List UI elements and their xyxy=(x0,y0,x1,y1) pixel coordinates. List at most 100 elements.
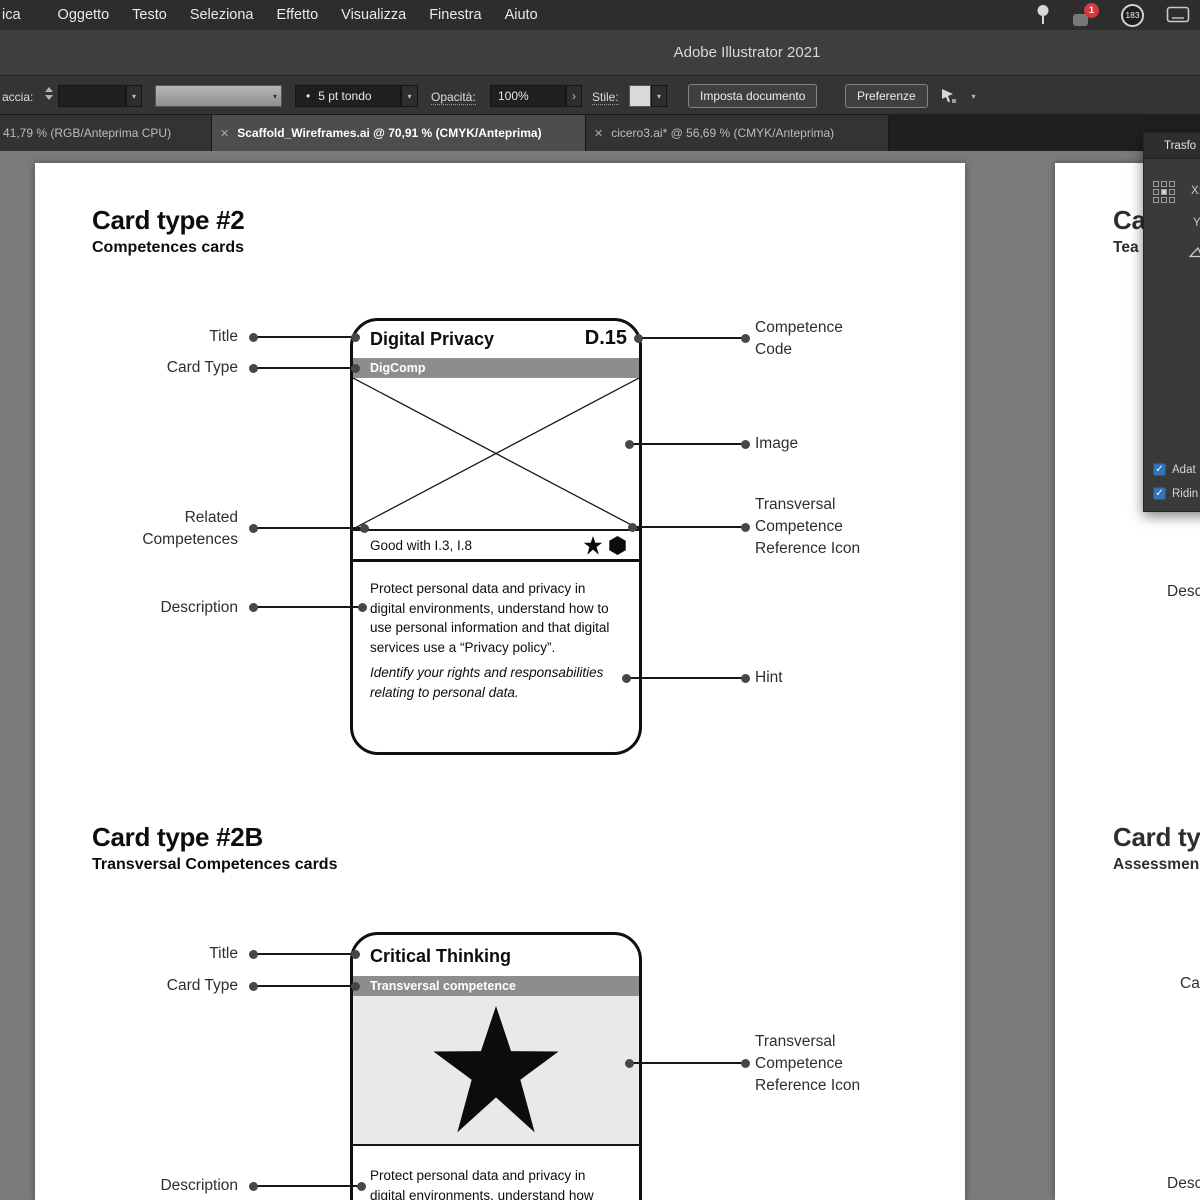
brush-definition-field[interactable]: • 5 pt tondo xyxy=(295,85,401,107)
notifications-icon[interactable]: 1 xyxy=(1073,3,1099,27)
brush-definition-dropdown[interactable]: ▾ xyxy=(401,85,418,107)
chevron-down-icon: ▾ xyxy=(656,91,661,101)
panel-title: Trasfo xyxy=(1164,140,1197,152)
canvas[interactable]: Card type #2 Competences cards Digital P… xyxy=(0,151,1200,1200)
callout-competence-code[interactable]: Competence Code xyxy=(755,317,843,361)
chevron-down-icon: ▾ xyxy=(971,91,976,101)
callout-card-type[interactable]: Card Type xyxy=(98,975,238,997)
checkbox-label: Ridin xyxy=(1172,487,1199,500)
stroke-weight-stepper[interactable] xyxy=(45,87,53,100)
document-setup-button[interactable]: Imposta documento xyxy=(688,84,818,108)
menu-item-effetto[interactable]: Effetto xyxy=(277,7,319,23)
artboard-wireframes[interactable]: Card type #2 Competences cards Digital P… xyxy=(35,163,965,1200)
brush-definition-value: 5 pt tondo xyxy=(318,89,372,103)
callout-title[interactable]: Title xyxy=(98,326,238,348)
callout-hint[interactable]: Hint xyxy=(755,667,783,689)
image-placeholder xyxy=(353,377,639,531)
opacity-label[interactable]: Opacità: xyxy=(431,90,476,105)
transversal-icon-area xyxy=(353,996,639,1146)
card-title: Critical Thinking xyxy=(370,946,512,966)
control-bar: accia: ▾ ▾ • 5 pt tondo ▾ Opacità: 100% … xyxy=(0,75,1200,115)
section-subheading[interactable]: Transversal Competences cards xyxy=(92,856,337,874)
card-description: Protect personal data and privacy in dig… xyxy=(370,581,610,655)
close-icon[interactable]: ✕ xyxy=(594,127,603,140)
menu-item-seleziona[interactable]: Seleziona xyxy=(190,7,254,23)
opacity-more-button[interactable]: › xyxy=(566,85,582,107)
section-heading-fragment[interactable]: Card ty xyxy=(1113,822,1200,853)
section-subheading[interactable]: Competences cards xyxy=(92,239,244,257)
document-tab-2-active[interactable]: ✕ Scaffold_Wireframes.ai @ 70,91 % (CMYK… xyxy=(212,115,586,151)
leader-line xyxy=(249,363,360,373)
tab-title: cicero3.ai* @ 56,69 % (CMYK/Anteprima) xyxy=(611,126,835,140)
callout-description[interactable]: Description xyxy=(98,1175,238,1197)
callout-image[interactable]: Image xyxy=(755,433,798,455)
select-similar-dropdown[interactable]: ▾ xyxy=(966,85,981,107)
card-hint: Identify your rights and responsabilitie… xyxy=(370,665,604,700)
menu-item-oggetto[interactable]: Oggetto xyxy=(58,7,110,23)
chevron-right-icon: › xyxy=(572,89,576,103)
menu-item-visualizza[interactable]: Visualizza xyxy=(341,7,406,23)
card-type-bar: Transversal competence xyxy=(353,976,639,996)
menu-item-aiuto[interactable]: Aiuto xyxy=(505,7,538,23)
graphic-style-swatch[interactable] xyxy=(629,85,651,107)
callout-card-type[interactable]: Card Type xyxy=(98,357,238,379)
stroke-label: accia: xyxy=(2,90,34,104)
gpu-performance-icon[interactable] xyxy=(1166,6,1190,24)
leader-line xyxy=(634,333,750,343)
select-similar-icon[interactable] xyxy=(940,88,957,105)
section-heading-fragment[interactable]: Ca xyxy=(1113,205,1146,236)
menu-item-grafica[interactable]: ica xyxy=(2,7,21,23)
transversal-card-wireframe[interactable]: Critical Thinking Transversal competence… xyxy=(350,932,642,1200)
shear-angle-icon xyxy=(1189,246,1200,258)
card-title: Digital Privacy xyxy=(370,329,495,349)
related-competences-row: Good with I.3, I.8 xyxy=(353,531,639,562)
callout-description-fragment[interactable]: Desc xyxy=(1167,1175,1200,1193)
chevron-down-icon: ▾ xyxy=(131,91,136,101)
tab-title: Scaffold_Wireframes.ai @ 70,91 % (CMYK/A… xyxy=(237,126,542,140)
tab-title: 41,79 % (RGB/Anteprima CPU) xyxy=(3,126,172,140)
opacity-value: 100% xyxy=(498,89,529,103)
document-tab-bar: 41,79 % (RGB/Anteprima CPU) ✕ Scaffold_W… xyxy=(0,115,1200,151)
preferences-button[interactable]: Preferenze xyxy=(845,84,928,108)
callout-card-type-fragment[interactable]: Ca xyxy=(1180,975,1200,993)
leader-line xyxy=(249,523,369,533)
callout-title[interactable]: Title xyxy=(98,943,238,965)
competence-card-wireframe[interactable]: Digital Privacy D.15 DigComp Good with I… xyxy=(350,318,642,755)
menu-item-testo[interactable]: Testo xyxy=(132,7,167,23)
width-profile-dropdown[interactable]: ▾ xyxy=(155,85,282,107)
checkbox-label: Adat xyxy=(1172,463,1196,476)
style-label[interactable]: Stile: xyxy=(592,90,619,105)
document-count-badge[interactable]: 183 xyxy=(1121,3,1144,27)
callout-transversal-icon[interactable]: Transversal Competence Reference Icon xyxy=(755,494,860,560)
callout-related-competences[interactable]: Related Competences xyxy=(98,507,238,551)
callout-transversal-icon[interactable]: Transversal Competence Reference Icon xyxy=(755,1031,860,1097)
card-type-bar: DigComp xyxy=(353,358,639,378)
stroke-weight-dropdown[interactable]: ▾ xyxy=(126,85,142,107)
leader-line xyxy=(249,949,360,959)
reference-point-icon[interactable] xyxy=(1153,181,1175,203)
y-label: Y: xyxy=(1193,217,1200,229)
section-subheading-fragment[interactable]: Tea xyxy=(1113,239,1139,257)
document-tab-1[interactable]: 41,79 % (RGB/Anteprima CPU) xyxy=(0,115,212,151)
bullet-icon: • xyxy=(306,89,311,103)
transform-panel: Trasfo X: Y: ✓ Adat ✓ Ridin xyxy=(1143,132,1200,512)
app-title: Adobe Illustrator 2021 xyxy=(673,44,821,61)
close-icon[interactable]: ✕ xyxy=(220,127,229,140)
section-subheading-fragment[interactable]: Assessmen xyxy=(1113,856,1199,874)
graphic-style-dropdown[interactable]: ▾ xyxy=(651,85,667,107)
transform-panel-header[interactable]: Trasfo xyxy=(1144,133,1200,159)
document-tab-3[interactable]: ✕ cicero3.ai* @ 56,69 % (CMYK/Anteprima) xyxy=(586,115,889,151)
callout-description-fragment[interactable]: Desc xyxy=(1167,583,1200,601)
menu-item-finestra[interactable]: Finestra xyxy=(429,7,481,23)
opacity-field[interactable]: 100% xyxy=(490,85,566,107)
scale-strokes-checkbox[interactable]: ✓ Ridin xyxy=(1153,487,1198,500)
stroke-weight-field[interactable] xyxy=(58,85,126,107)
section-heading[interactable]: Card type #2 xyxy=(92,205,245,236)
callout-description[interactable]: Description xyxy=(98,597,238,619)
fit-corners-checkbox[interactable]: ✓ Adat xyxy=(1153,463,1196,476)
menu-items: ica Oggetto Testo Seleziona Effetto Visu… xyxy=(0,7,538,23)
section-heading[interactable]: Card type #2B xyxy=(92,822,263,853)
star-icon xyxy=(433,1006,559,1133)
leader-line xyxy=(249,332,360,342)
tool-pin-icon[interactable] xyxy=(1035,4,1051,26)
